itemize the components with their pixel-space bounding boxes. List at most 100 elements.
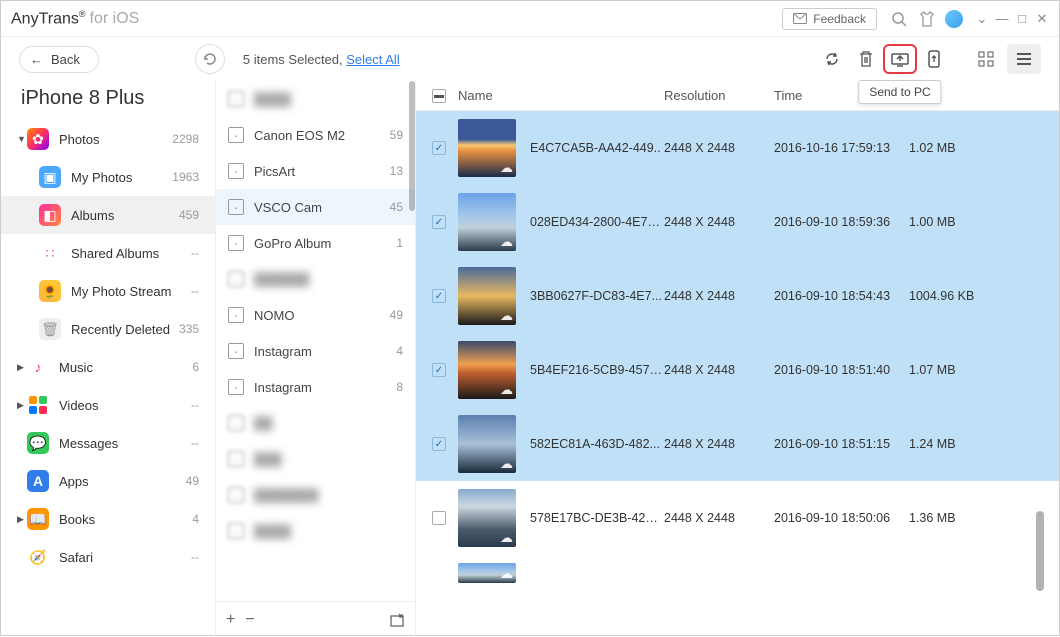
search-icon-button[interactable]	[889, 9, 909, 29]
album-item[interactable]: ███████	[216, 477, 415, 513]
file-name: 578E17BC-DE3B-42B...	[530, 511, 664, 525]
scrollbar[interactable]	[409, 81, 415, 211]
row-checkbox[interactable]: ✓	[432, 215, 446, 229]
time-cell: 2016-09-10 18:50:06	[774, 511, 909, 525]
album-item[interactable]: ████	[216, 81, 415, 117]
col-name[interactable]: Name	[454, 88, 664, 103]
messages-icon: 💬	[27, 432, 49, 454]
album-item[interactable]: Instagram8	[216, 369, 415, 405]
chevron-down-icon[interactable]: ⌄	[975, 11, 989, 27]
sidebar-item-photos[interactable]: ▼ ✿ Photos2298	[1, 120, 215, 158]
apps-icon: A	[27, 470, 49, 492]
row-checkbox[interactable]: ✓	[432, 363, 446, 377]
size-cell: 1.00 MB	[909, 215, 989, 229]
chevron-down-icon: ▼	[17, 134, 27, 144]
grid-view-button[interactable]	[969, 44, 1003, 74]
sidebar-item-safari[interactable]: 🧭 Safari--	[1, 538, 215, 576]
close-icon[interactable]: ✕	[1035, 11, 1049, 27]
trash-icon: 🗑	[39, 318, 61, 340]
table-row[interactable]	[416, 555, 1059, 591]
size-cell: 1.02 MB	[909, 141, 989, 155]
row-checkbox[interactable]: ✓	[432, 141, 446, 155]
thumbnail	[458, 489, 516, 547]
device-name: iPhone 8 Plus	[1, 85, 215, 120]
albums-icon: ◧	[39, 204, 61, 226]
export-album-button[interactable]	[389, 612, 405, 628]
thumbnail	[458, 415, 516, 473]
sidebar-item-photo-stream[interactable]: 🌻 My Photo Stream--	[1, 272, 215, 310]
sidebar-item-apps[interactable]: A Apps49	[1, 462, 215, 500]
time-cell: 2016-09-10 18:59:36	[774, 215, 909, 229]
sidebar-item-messages[interactable]: 💬 Messages--	[1, 424, 215, 462]
sidebar-item-albums[interactable]: ◧ Albums459	[1, 196, 215, 234]
titlebar: AnyTrans®for iOS Feedback ⌄ — □ ✕	[1, 1, 1059, 37]
sidebar-item-recently-deleted[interactable]: 🗑 Recently Deleted335	[1, 310, 215, 348]
album-item[interactable]: ██████	[216, 261, 415, 297]
photo-icon: ▣	[39, 166, 61, 188]
add-album-button[interactable]: +	[226, 611, 235, 629]
mail-icon	[793, 13, 807, 24]
row-checkbox[interactable]: ✓	[432, 289, 446, 303]
table-row[interactable]: ✓3BB0627F-DC83-4E7...2448 X 24482016-09-…	[416, 259, 1059, 333]
thumbnail	[458, 341, 516, 399]
table-row[interactable]: ✓028ED434-2800-4E78...2448 X 24482016-09…	[416, 185, 1059, 259]
sidebar-item-music[interactable]: ▶ ♪ Music6	[1, 348, 215, 386]
back-button[interactable]: ← Back	[19, 46, 99, 73]
delete-button[interactable]	[849, 44, 883, 74]
table-row[interactable]: ✓582EC81A-463D-482...2448 X 24482016-09-…	[416, 407, 1059, 481]
album-item[interactable]: PicsArt13	[216, 153, 415, 189]
books-icon: 📖	[27, 508, 49, 530]
list-view-button[interactable]	[1007, 44, 1041, 74]
album-item[interactable]: Instagram4	[216, 333, 415, 369]
album-item[interactable]: ████	[216, 513, 415, 549]
row-checkbox[interactable]: ✓	[432, 437, 446, 451]
album-item[interactable]: ███	[216, 441, 415, 477]
tshirt-icon-button[interactable]	[917, 9, 937, 29]
resolution-cell: 2448 X 2448	[664, 363, 774, 377]
minimize-icon[interactable]: —	[995, 11, 1009, 27]
album-item[interactable]: VSCO Cam45	[216, 189, 415, 225]
chevron-right-icon: ▶	[17, 362, 27, 373]
safari-icon: 🧭	[27, 546, 49, 568]
sidebar-item-books[interactable]: ▶ 📖 Books4	[1, 500, 215, 538]
scrollbar[interactable]	[1036, 511, 1044, 591]
size-cell: 1.24 MB	[909, 437, 989, 451]
table-row[interactable]: ✓E4C7CA5B-AA42-449..2448 X 24482016-10-1…	[416, 111, 1059, 185]
maximize-icon[interactable]: □	[1015, 11, 1029, 27]
sidebar-item-shared-albums[interactable]: ∷ Shared Albums--	[1, 234, 215, 272]
send-to-pc-button[interactable]: Send to PC	[883, 44, 917, 74]
shared-icon: ∷	[39, 242, 61, 264]
music-icon: ♪	[27, 356, 49, 378]
send-to-device-button[interactable]	[917, 44, 951, 74]
album-icon	[228, 199, 244, 215]
select-all-checkbox[interactable]: ▬	[432, 89, 446, 103]
remove-album-button[interactable]: −	[245, 611, 254, 629]
thumbnail	[458, 119, 516, 177]
sidebar-item-my-photos[interactable]: ▣ My Photos1963	[1, 158, 215, 196]
sidebar-item-videos[interactable]: ▶ Videos--	[1, 386, 215, 424]
album-item[interactable]: GoPro Album1	[216, 225, 415, 261]
album-icon	[228, 127, 244, 143]
avatar[interactable]	[945, 10, 963, 28]
file-name: 3BB0627F-DC83-4E7...	[530, 289, 662, 303]
album-item[interactable]: Canon EOS M259	[216, 117, 415, 153]
table-row[interactable]: ✓5B4EF216-5CB9-4574...2448 X 24482016-09…	[416, 333, 1059, 407]
arrow-left-icon: ←	[30, 52, 43, 67]
resolution-cell: 2448 X 2448	[664, 141, 774, 155]
row-checkbox[interactable]	[432, 511, 446, 525]
refresh-action-button[interactable]	[815, 44, 849, 74]
table-row[interactable]: 578E17BC-DE3B-42B...2448 X 24482016-09-1…	[416, 481, 1059, 555]
file-name: 582EC81A-463D-482...	[530, 437, 660, 451]
album-icon	[228, 163, 244, 179]
time-cell: 2016-09-10 18:54:43	[774, 289, 909, 303]
album-item[interactable]: NOMO49	[216, 297, 415, 333]
tooltip: Send to PC	[858, 80, 941, 104]
size-cell: 1.36 MB	[909, 511, 989, 525]
col-resolution[interactable]: Resolution	[664, 88, 774, 103]
feedback-button[interactable]: Feedback	[782, 8, 877, 30]
album-item[interactable]: ██	[216, 405, 415, 441]
select-all-link[interactable]: Select All	[346, 52, 399, 67]
refresh-button[interactable]	[195, 44, 225, 74]
album-icon	[228, 379, 244, 395]
thumbnail	[458, 563, 516, 583]
